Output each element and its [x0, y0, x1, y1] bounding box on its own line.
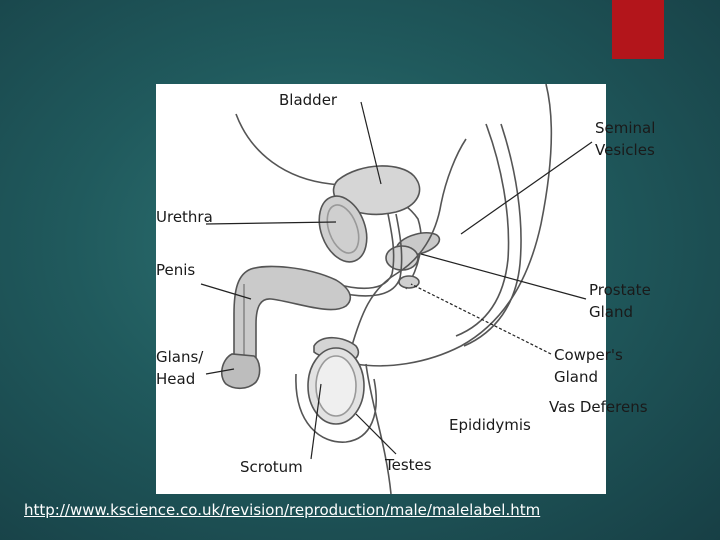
source-link[interactable]: http://www.kscience.co.uk/revision/repro… [24, 500, 540, 520]
label-epididymis: Epididymis [449, 416, 531, 434]
label-prostate-gland: Prostate Gland [589, 281, 651, 321]
accent-bar [612, 0, 664, 59]
label-penis: Penis [156, 261, 196, 279]
label-vas-deferens: Vas Deferens [549, 398, 648, 416]
diagram-panel [156, 84, 606, 494]
label-bladder: Bladder [279, 91, 338, 109]
glans-shape [220, 353, 261, 390]
label-seminal-vesicles: Seminal Vesicles [595, 119, 656, 159]
male-reproductive-anatomy-illustration [200, 84, 593, 494]
spine-outline [355, 84, 553, 367]
label-cowpers-gland: Cowper's Gland [554, 346, 623, 386]
label-urethra: Urethra [156, 208, 213, 226]
label-glans-head: Glans/ Head [156, 348, 204, 388]
label-scrotum: Scrotum [240, 458, 303, 476]
label-testes: Testes [385, 456, 432, 474]
rectum [455, 123, 510, 337]
